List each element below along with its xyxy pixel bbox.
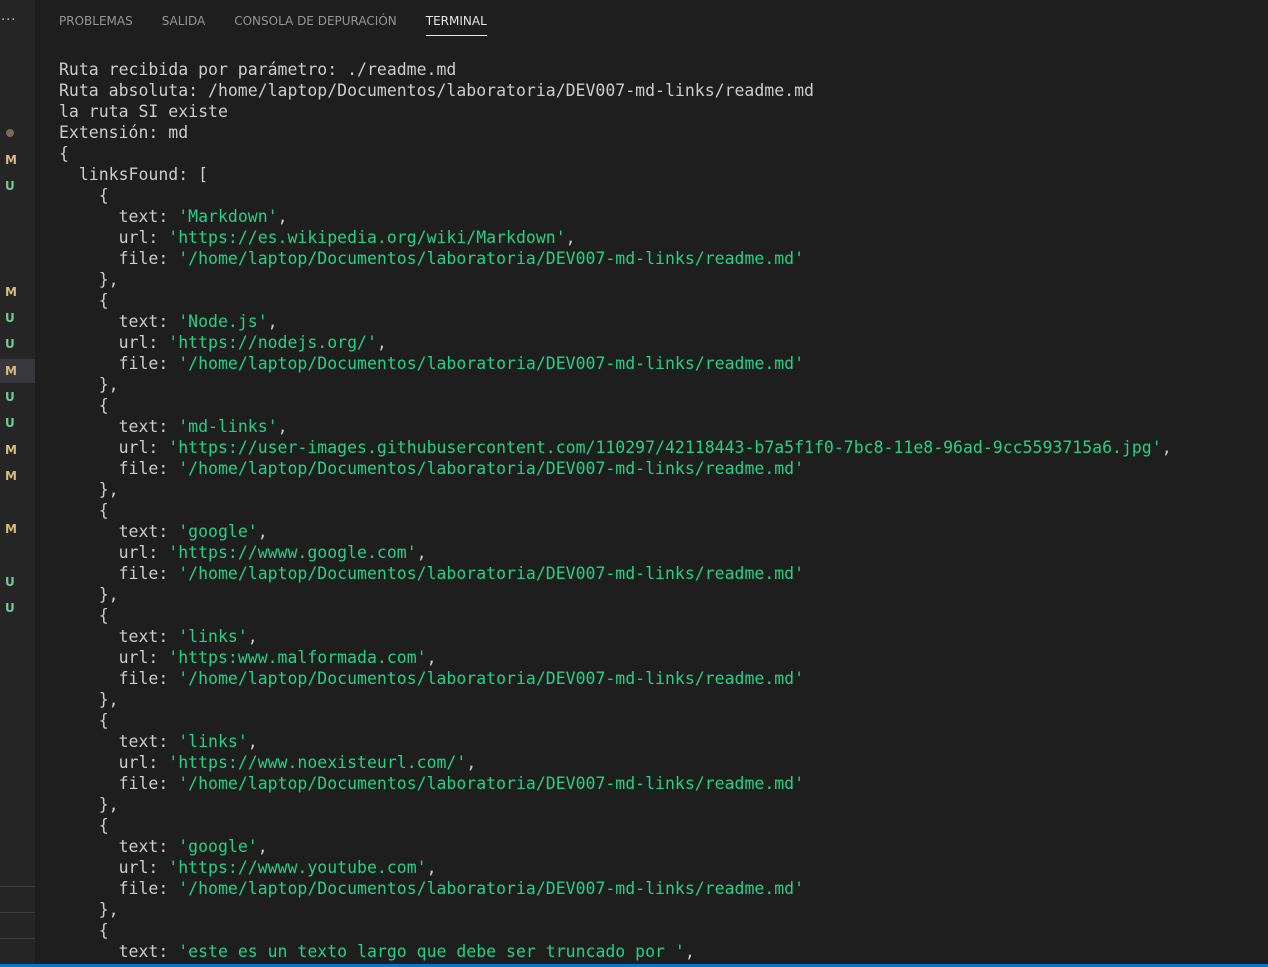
string-value: 'https://www.noexisteurl.com/' [168,753,467,772]
string-value: '/home/laptop/Documentos/laboratoria/DEV… [178,669,805,688]
string-value: '/home/laptop/Documentos/laboratoria/DEV… [178,354,805,373]
terminal-line: text: 'links', [59,627,258,646]
object-open: { [59,711,109,730]
terminal-line: la ruta SI existe [59,102,228,121]
panel-tabs: PROBLEMAS SALIDA CONSOLA DE DEPURACIÓN T… [59,0,516,40]
tab-consola-depuracion[interactable]: CONSOLA DE DEPURACIÓN [234,0,397,35]
terminal-line: Ruta recibida por parámetro: ./readme.md [59,60,457,79]
tab-problemas[interactable]: PROBLEMAS [59,0,133,35]
string-value: 'google' [178,837,258,856]
object-close: }, [59,690,119,709]
terminal-line: linksFound: [ [59,165,209,184]
string-value: '/home/laptop/Documentos/laboratoria/DEV… [178,249,805,268]
object-open: { [59,291,109,310]
string-value: 'https://wwww.youtube.com' [168,858,427,877]
string-value: 'https:www.malformada.com' [168,648,427,667]
object-open: { [59,606,109,625]
tab-salida[interactable]: SALIDA [162,0,206,35]
object-open: { [59,396,109,415]
git-modified-badge[interactable]: M [0,517,35,541]
explorer-gutter: ... MUMUUMUUMMMUU [0,0,35,967]
string-value: 'https://wwww.google.com' [168,543,417,562]
git-untracked-badge[interactable]: U [0,174,35,198]
object-close: }, [59,900,119,919]
more-actions-icon[interactable]: ... [1,9,16,25]
object-open: { [59,186,109,205]
git-untracked-badge[interactable]: U [0,385,35,409]
tab-terminal[interactable]: TERMINAL [425,0,487,36]
terminal-line: url: 'https://wwww.google.com', [59,543,427,562]
terminal-line: file: '/home/laptop/Documentos/laborator… [59,774,805,793]
string-value: 'links' [178,732,248,751]
terminal-line: url: 'https:www.malformada.com', [59,648,437,667]
terminal-line: { [59,144,69,163]
object-open: { [59,816,109,835]
git-modified-badge[interactable]: M [0,438,35,462]
terminal-line: text: 'google', [59,837,268,856]
git-modified-badge[interactable]: M [0,464,35,488]
terminal-line: file: '/home/laptop/Documentos/laborator… [59,249,805,268]
terminal-line: url: 'https://wwww.youtube.com', [59,858,437,877]
terminal-line: text: 'md-links', [59,417,288,436]
git-modified-badge[interactable]: M [0,359,35,383]
git-untracked-badge[interactable]: U [0,332,35,356]
terminal-line: text: 'este es un texto largo que debe s… [59,942,695,961]
terminal-line: file: '/home/laptop/Documentos/laborator… [59,354,805,373]
gutter-divider [0,938,35,939]
terminal-line: url: 'https://nodejs.org/', [59,333,387,352]
object-close: }, [59,480,119,499]
git-untracked-badge[interactable]: U [0,411,35,435]
string-value: 'links' [178,627,248,646]
string-value: 'este es un texto largo que debe ser tru… [178,942,685,961]
terminal-line: Ruta absoluta: /home/laptop/Documentos/l… [59,81,814,100]
git-modified-badge[interactable]: M [0,280,35,304]
terminal-output[interactable]: Ruta recibida por parámetro: ./readme.md… [59,59,1259,962]
terminal-line: text: 'Markdown', [59,207,288,226]
object-open: { [59,501,109,520]
object-close: }, [59,270,119,289]
terminal-line: text: 'Node.js', [59,312,278,331]
terminal-line: url: 'https://user-images.githubusercont… [59,438,1172,457]
terminal-line: text: 'google', [59,522,268,541]
object-close: }, [59,795,119,814]
object-open: { [59,921,109,940]
terminal-line: file: '/home/laptop/Documentos/laborator… [59,669,805,688]
git-modified-badge[interactable]: M [0,148,35,172]
git-untracked-badge[interactable]: U [0,596,35,620]
terminal-line: file: '/home/laptop/Documentos/laborator… [59,459,805,478]
string-value: 'Markdown' [178,207,278,226]
git-untracked-badge[interactable]: U [0,306,35,330]
unsaved-dot-icon [6,129,14,137]
string-value: 'https://nodejs.org/' [168,333,377,352]
string-value: 'google' [178,522,258,541]
string-value: 'https://es.wikipedia.org/wiki/Markdown' [168,228,566,247]
terminal-line: url: 'https://www.noexisteurl.com/', [59,753,477,772]
string-value: 'md-links' [178,417,278,436]
terminal-line: Extensión: md [59,123,189,142]
terminal-line: text: 'links', [59,732,258,751]
vscode-window: ... MUMUUMUUMMMUU PROBLEMAS SALIDA CONSO… [0,0,1268,967]
gutter-divider [0,912,35,913]
terminal-line: file: '/home/laptop/Documentos/laborator… [59,879,805,898]
gutter-divider [0,886,35,887]
git-untracked-badge[interactable]: U [0,570,35,594]
object-close: }, [59,585,119,604]
terminal-line: file: '/home/laptop/Documentos/laborator… [59,564,805,583]
string-value: '/home/laptop/Documentos/laboratoria/DEV… [178,459,805,478]
string-value: 'https://user-images.githubusercontent.c… [168,438,1162,457]
string-value: '/home/laptop/Documentos/laboratoria/DEV… [178,564,805,583]
string-value: '/home/laptop/Documentos/laboratoria/DEV… [178,774,805,793]
string-value: '/home/laptop/Documentos/laboratoria/DEV… [178,879,805,898]
string-value: 'Node.js' [178,312,268,331]
object-close: }, [59,375,119,394]
terminal-line: url: 'https://es.wikipedia.org/wiki/Mark… [59,228,576,247]
